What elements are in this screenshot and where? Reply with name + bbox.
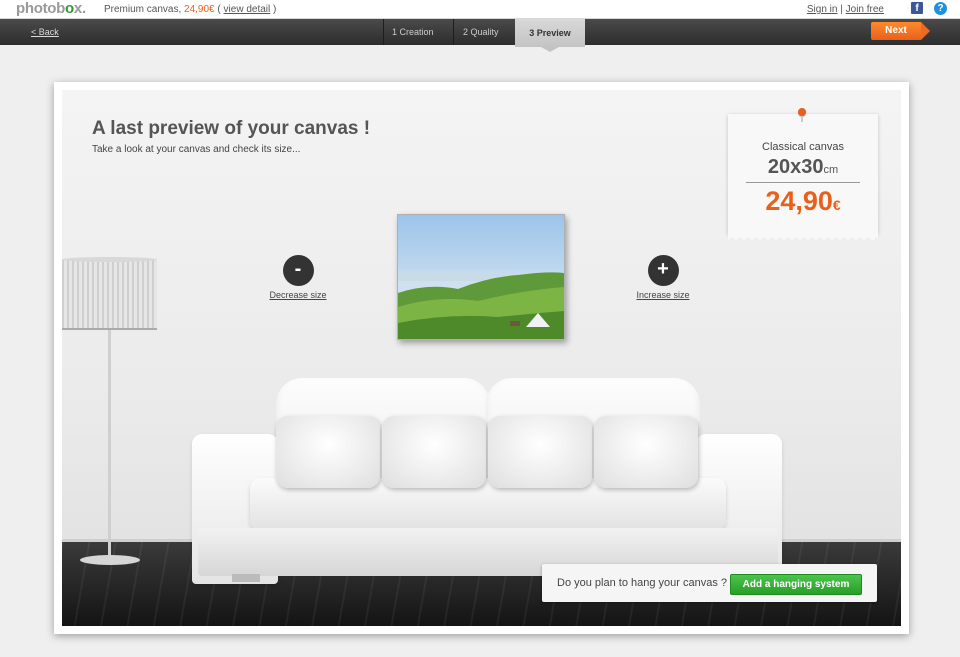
minus-icon[interactable]: -: [282, 255, 314, 286]
decrease-size-control[interactable]: - Decrease size: [258, 255, 338, 300]
page-title: A last preview of your canvas !: [92, 118, 371, 139]
page-subtitle: Take a look at your canvas and check its…: [92, 144, 301, 155]
currency: €: [832, 197, 841, 213]
floor-lamp-pole: [108, 330, 111, 558]
step-creation[interactable]: 1 Creation: [384, 19, 442, 45]
add-hanging-system-button[interactable]: Add a hanging system: [730, 574, 862, 595]
sofa-cushion: [382, 416, 486, 488]
view-detail-link[interactable]: view detail: [224, 4, 271, 15]
increase-size-link[interactable]: Increase size: [623, 290, 703, 300]
product-price: 24,90€: [184, 4, 215, 15]
canvas-type: Classical canvas: [762, 141, 844, 153]
plus-icon[interactable]: +: [647, 255, 679, 286]
step-quality[interactable]: 2 Quality: [455, 19, 507, 45]
canvas-price: 24,90€: [765, 186, 841, 216]
floor-lamp-shade: [62, 257, 157, 330]
sofa-cushion: [276, 416, 380, 488]
room-scene: A last preview of your canvas ! Take a l…: [62, 90, 901, 626]
tag-divider: [746, 182, 860, 183]
step-preview[interactable]: 3 Preview: [515, 19, 585, 52]
hanging-system-panel: Do you plan to hang your canvas ? Add a …: [542, 564, 877, 602]
sofa-leg: [232, 574, 260, 582]
sofa-cushion: [594, 416, 698, 488]
canvas-size: 20x30cm: [767, 156, 839, 178]
price-tag: Classical canvas 20x30cm 24,90€: [728, 108, 878, 240]
sofa-cushion: [488, 416, 592, 488]
canvas-preview-image: [397, 214, 565, 340]
step-divider: [453, 19, 454, 45]
sign-in-link[interactable]: Sign in: [807, 4, 838, 15]
preview-frame: A last preview of your canvas ! Take a l…: [54, 82, 909, 634]
photobox-logo[interactable]: photobox.: [16, 0, 86, 18]
pin-icon: [798, 108, 806, 122]
help-icon[interactable]: ?: [934, 2, 947, 15]
product-name: Premium canvas,: [104, 4, 182, 15]
back-link[interactable]: < Back: [31, 27, 59, 37]
next-button[interactable]: Next: [871, 22, 930, 40]
floor-lamp-base: [80, 555, 140, 565]
decrease-size-link[interactable]: Decrease size: [258, 290, 338, 300]
top-bar: photobox. Premium canvas, 24,90€ ( view …: [0, 0, 960, 19]
join-free-link[interactable]: Join free: [846, 4, 884, 15]
step-navigation: < Back 1 Creation 2 Quality 3 Preview Ne…: [0, 19, 960, 52]
size-unit: cm: [823, 164, 839, 176]
account-links: Sign in | Join free: [806, 4, 884, 15]
order-summary: Premium canvas, 24,90€ ( view detail ): [104, 4, 277, 15]
facebook-icon[interactable]: f: [911, 2, 923, 14]
hanging-question: Do you plan to hang your canvas ?: [557, 577, 728, 589]
increase-size-control[interactable]: + Increase size: [623, 255, 703, 300]
